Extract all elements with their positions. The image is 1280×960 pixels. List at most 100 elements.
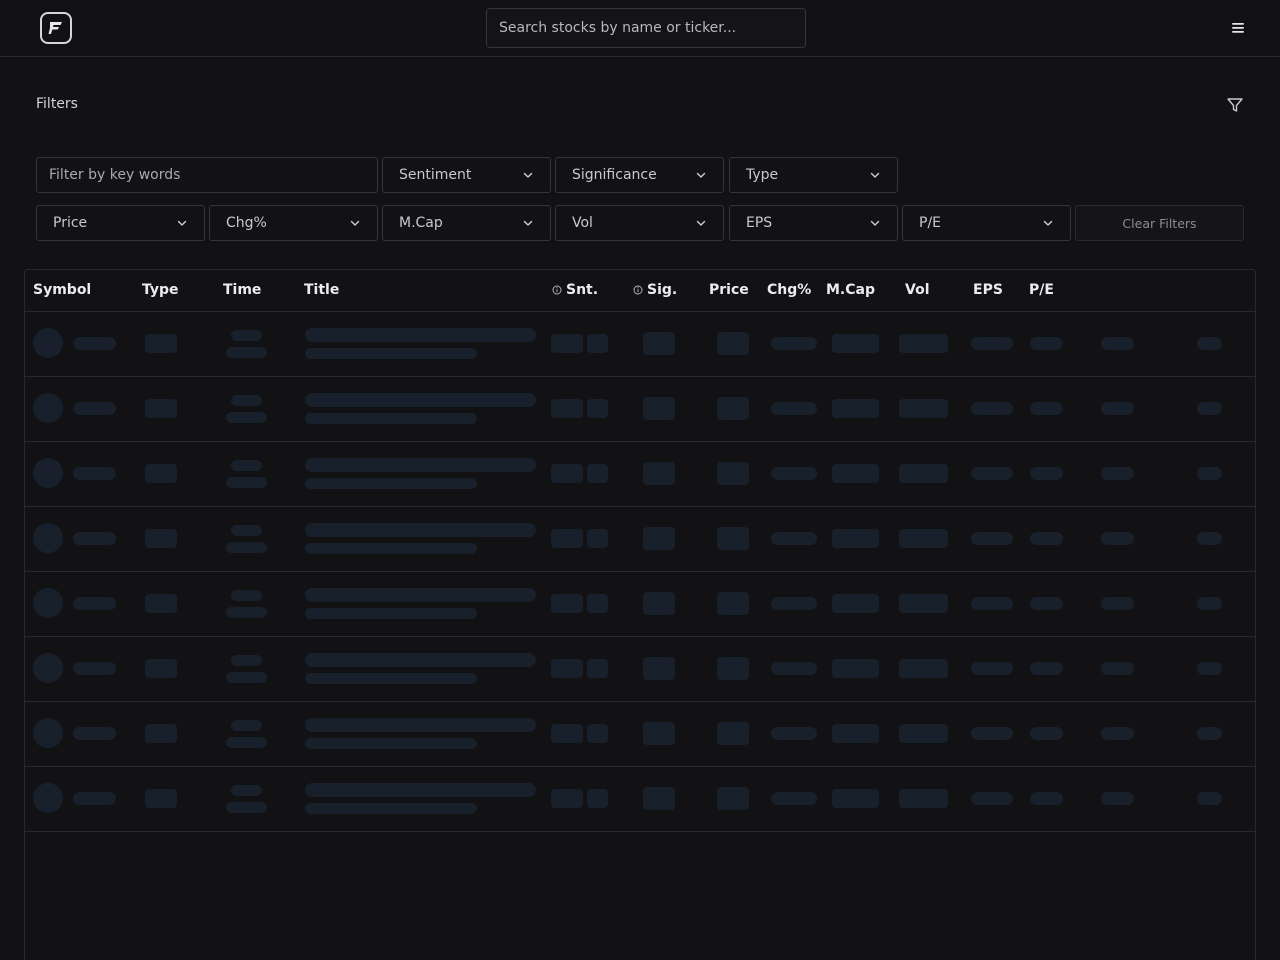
skeleton-placeholder: [1197, 467, 1222, 480]
skeleton-placeholder: [971, 792, 1013, 805]
search-input[interactable]: [486, 8, 806, 48]
skeleton-placeholder: [145, 594, 177, 613]
column-header-title[interactable]: Title: [304, 282, 339, 298]
column-header-vol[interactable]: Vol: [905, 282, 930, 298]
vol-dropdown-label: Vol: [572, 215, 593, 231]
skeleton-placeholder: [643, 657, 675, 680]
column-header-type[interactable]: Type: [142, 282, 179, 298]
skeleton-placeholder: [643, 462, 675, 485]
table-row-skeleton[interactable]: [25, 377, 1255, 442]
skeleton-placeholder: [1101, 467, 1134, 480]
skeleton-placeholder: [231, 395, 262, 406]
skeleton-placeholder: [1101, 597, 1134, 610]
filter-icon[interactable]: [1226, 96, 1244, 114]
skeleton-placeholder: [305, 608, 477, 619]
table-row-skeleton[interactable]: [25, 507, 1255, 572]
skeleton-placeholder: [226, 672, 267, 683]
vol-dropdown[interactable]: Vol: [555, 205, 724, 241]
skeleton-placeholder: [305, 653, 536, 667]
p-e-dropdown[interactable]: P/E: [902, 205, 1071, 241]
skeleton-placeholder: [1197, 727, 1222, 740]
chevron-down-icon: [1043, 220, 1053, 226]
skeleton-placeholder: [226, 347, 267, 358]
skeleton-placeholder: [1101, 792, 1134, 805]
skeleton-placeholder: [717, 462, 749, 485]
skeleton-placeholder: [73, 597, 116, 610]
skeleton-placeholder: [1197, 662, 1222, 675]
chg-dropdown[interactable]: Chg%: [209, 205, 378, 241]
skeleton-placeholder: [899, 789, 948, 808]
skeleton-placeholder: [717, 722, 749, 745]
chevron-down-icon: [870, 172, 880, 178]
column-header-label: Chg%: [767, 282, 812, 298]
skeleton-placeholder: [1101, 532, 1134, 545]
p-e-dropdown-label: P/E: [919, 215, 942, 231]
table-row-skeleton[interactable]: [25, 702, 1255, 767]
skeleton-placeholder: [643, 787, 675, 810]
skeleton-placeholder: [73, 467, 116, 480]
table-row-skeleton[interactable]: [25, 572, 1255, 637]
skeleton-placeholder: [226, 477, 267, 488]
skeleton-placeholder: [33, 718, 63, 748]
skeleton-placeholder: [305, 673, 477, 684]
sentiment-dropdown[interactable]: Sentiment: [382, 157, 551, 193]
skeleton-placeholder: [551, 464, 583, 483]
column-header-eps[interactable]: EPS: [973, 282, 1003, 298]
m-cap-dropdown-label: M.Cap: [399, 215, 443, 231]
skeleton-placeholder: [73, 532, 116, 545]
significance-dropdown[interactable]: Significance: [555, 157, 724, 193]
skeleton-placeholder: [226, 542, 267, 553]
column-header-symbol[interactable]: Symbol: [33, 282, 91, 298]
type-dropdown[interactable]: Type: [729, 157, 898, 193]
column-header-label: Symbol: [33, 282, 92, 298]
table-row-skeleton[interactable]: [25, 767, 1255, 832]
skeleton-placeholder: [643, 527, 675, 550]
column-header-snt[interactable]: Snt.: [552, 282, 598, 298]
skeleton-placeholder: [1197, 532, 1222, 545]
skeleton-placeholder: [1197, 337, 1222, 350]
table-row-skeleton[interactable]: [25, 312, 1255, 377]
skeleton-placeholder: [971, 597, 1013, 610]
keyword-filter-input[interactable]: [49, 167, 365, 183]
eps-dropdown[interactable]: EPS: [729, 205, 898, 241]
skeleton-placeholder: [305, 478, 477, 489]
column-header-label: Price: [709, 282, 749, 298]
column-header-label: P/E: [1029, 282, 1054, 298]
price-dropdown[interactable]: Price: [36, 205, 205, 241]
chevron-down-icon: [177, 220, 187, 226]
skeleton-placeholder: [551, 334, 583, 353]
info-circle-icon: [633, 285, 643, 295]
m-cap-dropdown[interactable]: M.Cap: [382, 205, 551, 241]
column-header-p-e[interactable]: P/E: [1029, 282, 1054, 298]
skeleton-placeholder: [305, 718, 536, 732]
skeleton-placeholder: [33, 393, 63, 423]
skeleton-placeholder: [1101, 337, 1134, 350]
skeleton-placeholder: [1030, 402, 1063, 415]
skeleton-placeholder: [231, 590, 262, 601]
keyword-filter-field[interactable]: [36, 157, 378, 193]
column-header-chg[interactable]: Chg%: [767, 282, 811, 298]
clear-filters-button[interactable]: Clear Filters: [1075, 205, 1244, 241]
skeleton-placeholder: [771, 662, 817, 675]
column-header-price[interactable]: Price: [709, 282, 749, 298]
hamburger-menu-icon[interactable]: [1228, 18, 1248, 38]
column-header-sig[interactable]: Sig.: [633, 282, 677, 298]
skeleton-placeholder: [832, 334, 879, 353]
skeleton-placeholder: [1030, 792, 1063, 805]
skeleton-placeholder: [73, 792, 116, 805]
column-header-m-cap[interactable]: M.Cap: [826, 282, 875, 298]
skeleton-placeholder: [587, 464, 608, 483]
table-row-skeleton[interactable]: [25, 442, 1255, 507]
logo-icon[interactable]: [40, 12, 72, 44]
info-circle-icon: [552, 285, 562, 295]
skeleton-placeholder: [231, 785, 262, 796]
skeleton-placeholder: [587, 529, 608, 548]
skeleton-placeholder: [832, 724, 879, 743]
skeleton-placeholder: [587, 659, 608, 678]
chg-dropdown-label: Chg%: [226, 215, 267, 231]
column-header-time[interactable]: Time: [223, 282, 261, 298]
skeleton-placeholder: [899, 399, 948, 418]
skeleton-placeholder: [717, 787, 749, 810]
skeleton-placeholder: [305, 393, 536, 407]
table-row-skeleton[interactable]: [25, 637, 1255, 702]
